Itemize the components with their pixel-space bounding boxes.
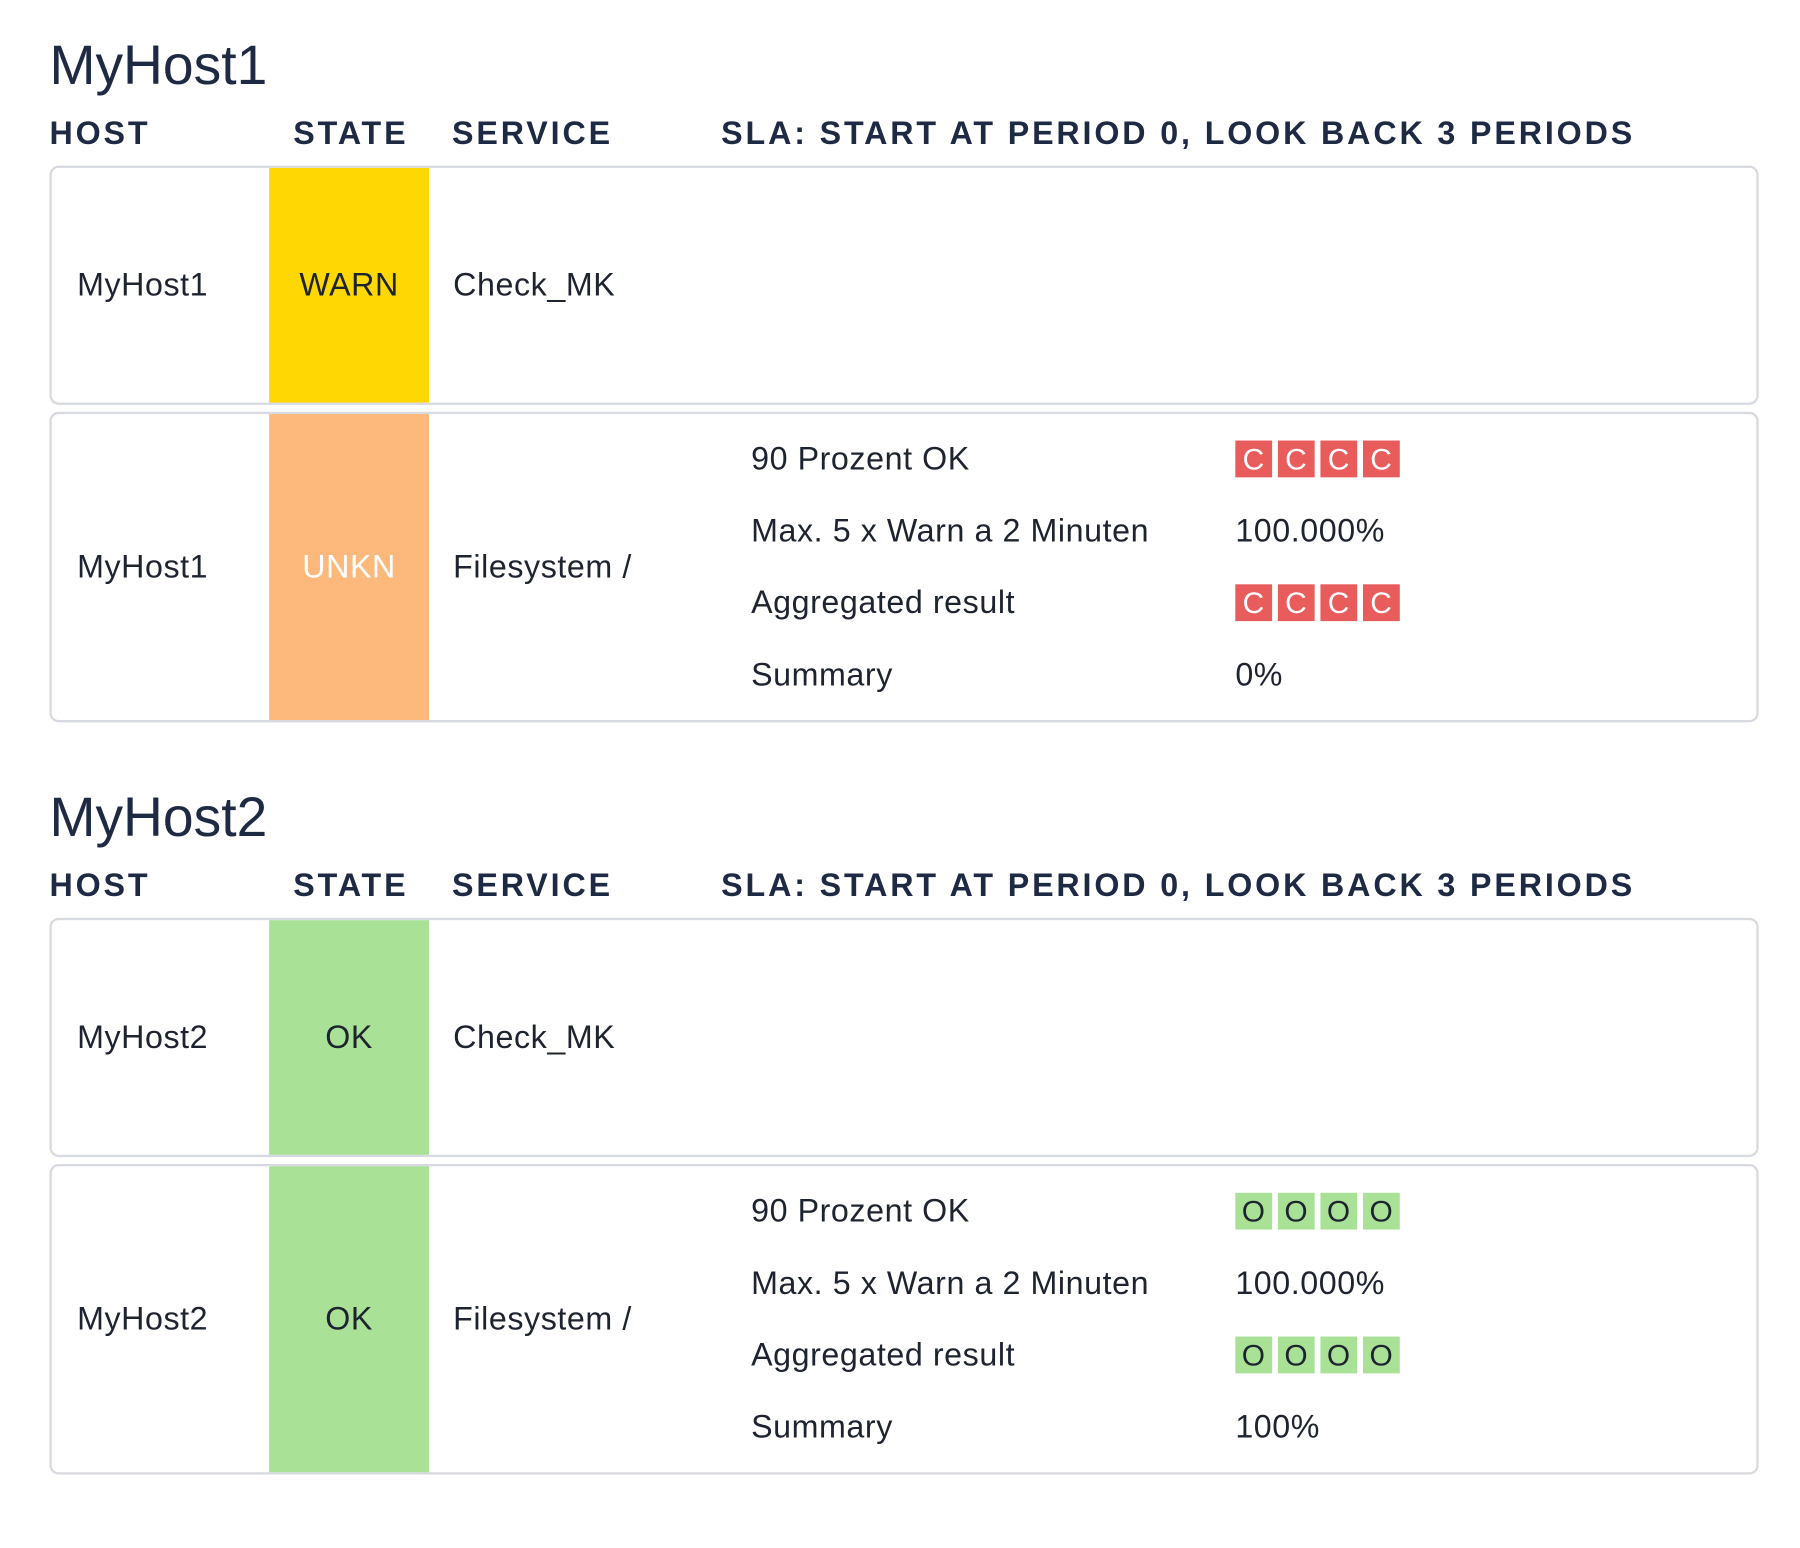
sla-period-box: O bbox=[1320, 1336, 1358, 1374]
table-header: HOST STATE SERVICE SLA: START AT PERIOD … bbox=[0, 853, 1800, 917]
sla-period-boxes: O O O O bbox=[1235, 1336, 1400, 1374]
column-header-sla: SLA: START AT PERIOD 0, LOOK BACK 3 PERI… bbox=[721, 867, 1636, 903]
service-link[interactable]: Filesystem / bbox=[453, 1166, 632, 1472]
host-title: MyHost1 bbox=[49, 35, 268, 97]
sla-value: 100.000% bbox=[1235, 1264, 1385, 1301]
sla-label: Max. 5 x Warn a 2 Minuten bbox=[751, 1264, 1150, 1301]
table-row: MyHost1 WARN Check_MK bbox=[49, 165, 1759, 405]
sla-value: 100.000% bbox=[1235, 512, 1385, 549]
sla-line: Summary 0% bbox=[751, 639, 1441, 711]
host-section-myhost2: MyHost2 HOST STATE SERVICE SLA: START AT… bbox=[0, 752, 1800, 1475]
sla-value: 0% bbox=[1235, 656, 1284, 693]
table-header: HOST STATE SERVICE SLA: START AT PERIOD … bbox=[0, 101, 1800, 165]
column-header-host: HOST bbox=[49, 115, 151, 151]
sla-period-box: O bbox=[1362, 1336, 1400, 1374]
sla-details: 90 Prozent OK O O O O Max. 5 x Warn a 2 … bbox=[751, 1176, 1441, 1464]
sla-label: Summary bbox=[751, 656, 893, 693]
table-row: MyHost2 OK Filesystem / 90 Prozent OK O … bbox=[49, 1164, 1759, 1475]
column-header-sla: SLA: START AT PERIOD 0, LOOK BACK 3 PERI… bbox=[721, 115, 1636, 151]
host-link[interactable]: MyHost1 bbox=[77, 168, 208, 403]
sla-period-box: C bbox=[1362, 440, 1400, 478]
sla-period-box: O bbox=[1235, 1336, 1273, 1374]
state-badge: OK bbox=[269, 1166, 430, 1473]
sla-line: Aggregated result O O O O bbox=[751, 1319, 1441, 1391]
sla-line: Summary 100% bbox=[751, 1391, 1441, 1463]
column-header-service: SERVICE bbox=[452, 115, 613, 151]
sla-period-box: O bbox=[1277, 1193, 1315, 1230]
page: MyHost1 HOST STATE SERVICE SLA: START AT… bbox=[0, 0, 1800, 1475]
sla-period-box: O bbox=[1277, 1336, 1315, 1374]
service-link[interactable]: Filesystem / bbox=[453, 414, 632, 720]
table-row: MyHost2 OK Check_MK bbox=[49, 917, 1759, 1158]
sla-value: 100% bbox=[1235, 1408, 1320, 1445]
state-badge: WARN bbox=[269, 167, 430, 403]
host-link[interactable]: MyHost2 bbox=[77, 1166, 208, 1472]
host-title: MyHost2 bbox=[49, 787, 268, 849]
sla-period-box: C bbox=[1235, 440, 1273, 478]
sla-label: 90 Prozent OK bbox=[751, 1193, 970, 1229]
host-link[interactable]: MyHost2 bbox=[77, 920, 208, 1155]
sla-label: Aggregated result bbox=[751, 584, 1016, 621]
sla-period-box: C bbox=[1320, 584, 1358, 622]
sla-details: 90 Prozent OK C C C C Max. 5 x Warn a 2 … bbox=[751, 423, 1441, 711]
sla-period-box: C bbox=[1362, 584, 1400, 622]
service-link[interactable]: Check_MK bbox=[453, 168, 615, 403]
sla-label: Summary bbox=[751, 1408, 893, 1445]
sla-line: Aggregated result C C C C bbox=[751, 567, 1441, 639]
sla-period-box: O bbox=[1235, 1193, 1273, 1230]
sla-period-boxes: C C C C bbox=[1235, 584, 1400, 622]
sla-period-box: C bbox=[1277, 440, 1315, 478]
sla-line: 90 Prozent OK O O O O bbox=[751, 1176, 1441, 1248]
sla-period-box: O bbox=[1362, 1193, 1400, 1230]
column-header-service: SERVICE bbox=[452, 867, 613, 903]
host-link[interactable]: MyHost1 bbox=[77, 414, 208, 720]
sla-label: 90 Prozent OK bbox=[751, 440, 970, 477]
sla-period-box: C bbox=[1235, 584, 1273, 622]
sla-period-boxes: O O O O bbox=[1235, 1193, 1400, 1230]
host-section-myhost1: MyHost1 HOST STATE SERVICE SLA: START AT… bbox=[0, 0, 1800, 723]
sla-line: 90 Prozent OK C C C C bbox=[751, 423, 1441, 495]
state-badge: UNKN bbox=[269, 414, 430, 721]
column-header-host: HOST bbox=[49, 867, 151, 903]
sla-period-box: C bbox=[1320, 440, 1358, 478]
sla-period-boxes: C C C C bbox=[1235, 440, 1400, 478]
service-link[interactable]: Check_MK bbox=[453, 920, 615, 1155]
sla-line: Max. 5 x Warn a 2 Minuten 100.000% bbox=[751, 1247, 1441, 1319]
column-header-state: STATE bbox=[293, 867, 409, 903]
sla-label: Max. 5 x Warn a 2 Minuten bbox=[751, 512, 1150, 549]
table-row: MyHost1 UNKN Filesystem / 90 Prozent OK … bbox=[49, 411, 1759, 723]
column-header-state: STATE bbox=[293, 115, 409, 151]
sla-line: Max. 5 x Warn a 2 Minuten 100.000% bbox=[751, 495, 1441, 567]
sla-period-box: C bbox=[1277, 584, 1315, 622]
state-badge: OK bbox=[269, 920, 430, 1155]
sla-label: Aggregated result bbox=[751, 1336, 1016, 1373]
sla-period-box: O bbox=[1320, 1193, 1358, 1230]
